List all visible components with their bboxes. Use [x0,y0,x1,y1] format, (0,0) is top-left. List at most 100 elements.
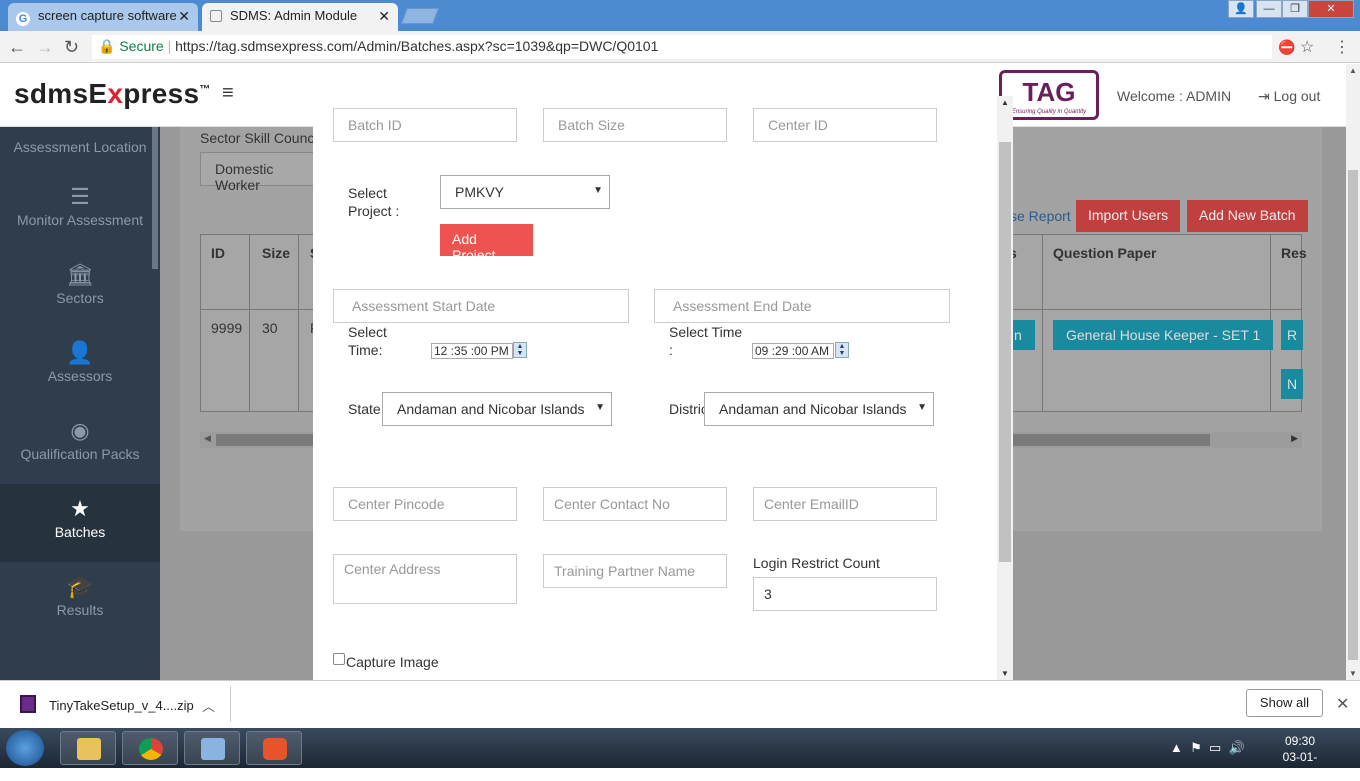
minimize-button[interactable]: — [1256,0,1282,18]
logout-icon: ⇥ [1258,88,1274,104]
sidebar-item-assessment-location[interactable]: Assessment Location [0,127,160,167]
close-icon[interactable]: ✕ [1336,694,1349,714]
archive-icon [20,695,36,713]
address-bar: ← → ↻ 🔒 Secure | https://tag.sdmsexpress… [0,31,1360,63]
user-icon[interactable]: 👤 [1228,0,1254,18]
dropdown-arrow-icon: ▼ [917,402,927,413]
browser-tab-strip: Gscreen capture software ✕ SDMS: Admin M… [0,0,1360,31]
select-time-end-label: Select Time: [669,324,743,358]
close-tab-icon[interactable]: ✕ [178,8,190,25]
col-header-size: Size [262,245,291,261]
reload-icon[interactable]: ↻ [64,37,79,58]
col-header-question-paper: Question Paper [1053,245,1157,261]
forward-icon[interactable]: → [36,37,54,58]
sidebar-item-monitor-assessment[interactable]: ☰ Monitor Assessment [0,172,160,250]
result-button-2[interactable]: N [1281,369,1303,399]
select-project-label: Select Project : [348,185,400,219]
sidebar-item-batches[interactable]: ★ Batches [0,484,160,562]
sidebar-item-qualification-packs[interactable]: ◉ Qualification Packs [0,406,160,484]
login-restrict-label: Login Restrict Count [753,555,880,571]
clock[interactable]: 09:30 03-01-2018 [1270,733,1330,781]
lock-icon: 🔒 [98,38,120,54]
start-time-input[interactable]: 12 :35 :00 PM [431,343,513,359]
end-time-input[interactable]: 09 :29 :00 AM [752,343,834,359]
sidebar-item-assessors[interactable]: 👤 Assessors [0,328,160,406]
add-new-batch-button[interactable]: Add New Batch [1187,200,1308,232]
project-select[interactable]: PMKVY ▼ [440,175,610,209]
taskbar-app-4[interactable] [246,731,302,765]
back-icon[interactable]: ← [8,37,26,58]
new-tab-button[interactable] [401,8,439,24]
sidebar-item-sectors[interactable]: 🏛 Sectors [0,250,160,328]
blocked-icon[interactable]: ⛔ [1278,39,1295,56]
center-contact-input[interactable]: Center Contact No [543,487,727,521]
url-text: https://tag.sdmsexpress.com/Admin/Batche… [175,38,659,54]
tab-screen-capture[interactable]: Gscreen capture software ✕ [8,3,198,31]
state-select[interactable]: Andaman and Nicobar Islands ▼ [382,392,612,426]
modal-scrollbar-thumb[interactable] [999,142,1011,562]
capture-image-checkbox[interactable] [333,653,345,665]
page-icon [210,10,222,22]
menu-icon[interactable]: ⋮ [1334,37,1350,57]
google-icon: G [16,12,30,26]
center-id-input[interactable]: Center ID [753,108,937,142]
sidebar-item-results[interactable]: 🎓 Results [0,562,160,640]
taskbar-app-3[interactable] [184,731,240,765]
folder-icon [77,738,101,760]
box-icon [201,738,225,760]
batch-size-input[interactable]: Batch Size [543,108,727,142]
end-time-spinner[interactable]: ▲ ▼ [835,342,849,358]
list-icon: ☰ [70,184,90,209]
cell-size: 30 [262,320,278,336]
taskbar-chrome[interactable] [122,731,178,765]
close-tab-icon[interactable]: ✕ [378,8,390,25]
close-window-button[interactable]: ✕ [1308,0,1354,18]
state-label: State [348,401,381,417]
page-scrollbar-thumb[interactable] [1348,170,1358,660]
district-select[interactable]: Andaman and Nicobar Islands ▼ [704,392,934,426]
batch-id-input[interactable]: Batch ID [333,108,517,142]
chrome-icon [139,738,163,760]
training-partner-input[interactable]: Training Partner Name [543,554,727,588]
bookmark-star-icon[interactable]: ☆ [1300,37,1314,57]
assessment-end-date-input[interactable]: Assessment End Date [654,289,950,323]
url-input[interactable]: 🔒 Secure | https://tag.sdmsexpress.com/A… [92,35,1272,59]
site-logo[interactable]: sdmsExpress™ [14,78,211,110]
sidebar-item-label: Results [56,602,104,618]
secure-label: Secure [119,38,164,54]
sidebar-item-label: Batches [54,524,106,540]
start-button[interactable] [6,730,44,766]
question-paper-button[interactable]: General House Keeper - SET 1 [1053,320,1274,350]
sidebar-item-label: Assessment Location [13,139,147,155]
download-file-name[interactable]: TinyTakeSetup_v_4....zip [49,698,194,713]
center-address-textarea[interactable]: Center Address [333,554,517,604]
import-users-button[interactable]: Import Users [1076,200,1181,232]
ssc-select[interactable]: Domestic Worker [200,152,320,193]
logout-link[interactable]: ⇥ Log out [1258,88,1320,105]
taskbar-file-explorer[interactable] [60,731,116,765]
sidebar-scrollbar[interactable] [152,127,158,269]
assessment-start-date-input[interactable]: Assessment Start Date [333,289,629,323]
tab-title: screen capture software [38,8,177,23]
result-button[interactable]: R [1281,320,1303,350]
add-project-button[interactable]: Add Project [440,224,533,263]
camera-icon [263,738,287,760]
show-all-button[interactable]: Show all [1246,689,1323,717]
center-pincode-input[interactable]: Center Pincode [333,487,517,521]
sidebar-item-label: Qualification Packs [20,446,140,462]
system-tray[interactable]: ▲ ⚑ ▭ 🔊 [1170,740,1245,756]
tab-sdms-admin[interactable]: SDMS: Admin Module ✕ [202,3,398,31]
center-email-input[interactable]: Center EmailID [753,487,937,521]
chevron-up-icon[interactable]: ︿ [202,696,215,715]
maximize-button[interactable]: ❐ [1282,0,1308,18]
col-header-res: Res [1281,245,1307,261]
divider [230,686,231,722]
tag-logo: TAG Ensuring Quality in Quantity [999,70,1099,120]
report-link[interactable]: se Report [1010,208,1071,224]
hamburger-menu-icon[interactable]: ≡ [222,82,234,105]
start-time-spinner[interactable]: ▲ ▼ [513,342,527,358]
sidebar-item-label: Assessors [47,368,113,384]
bank-icon: 🏛 [66,262,94,287]
login-restrict-count-input[interactable]: 3 [753,577,937,611]
welcome-text: Welcome : ADMIN [1117,88,1232,104]
